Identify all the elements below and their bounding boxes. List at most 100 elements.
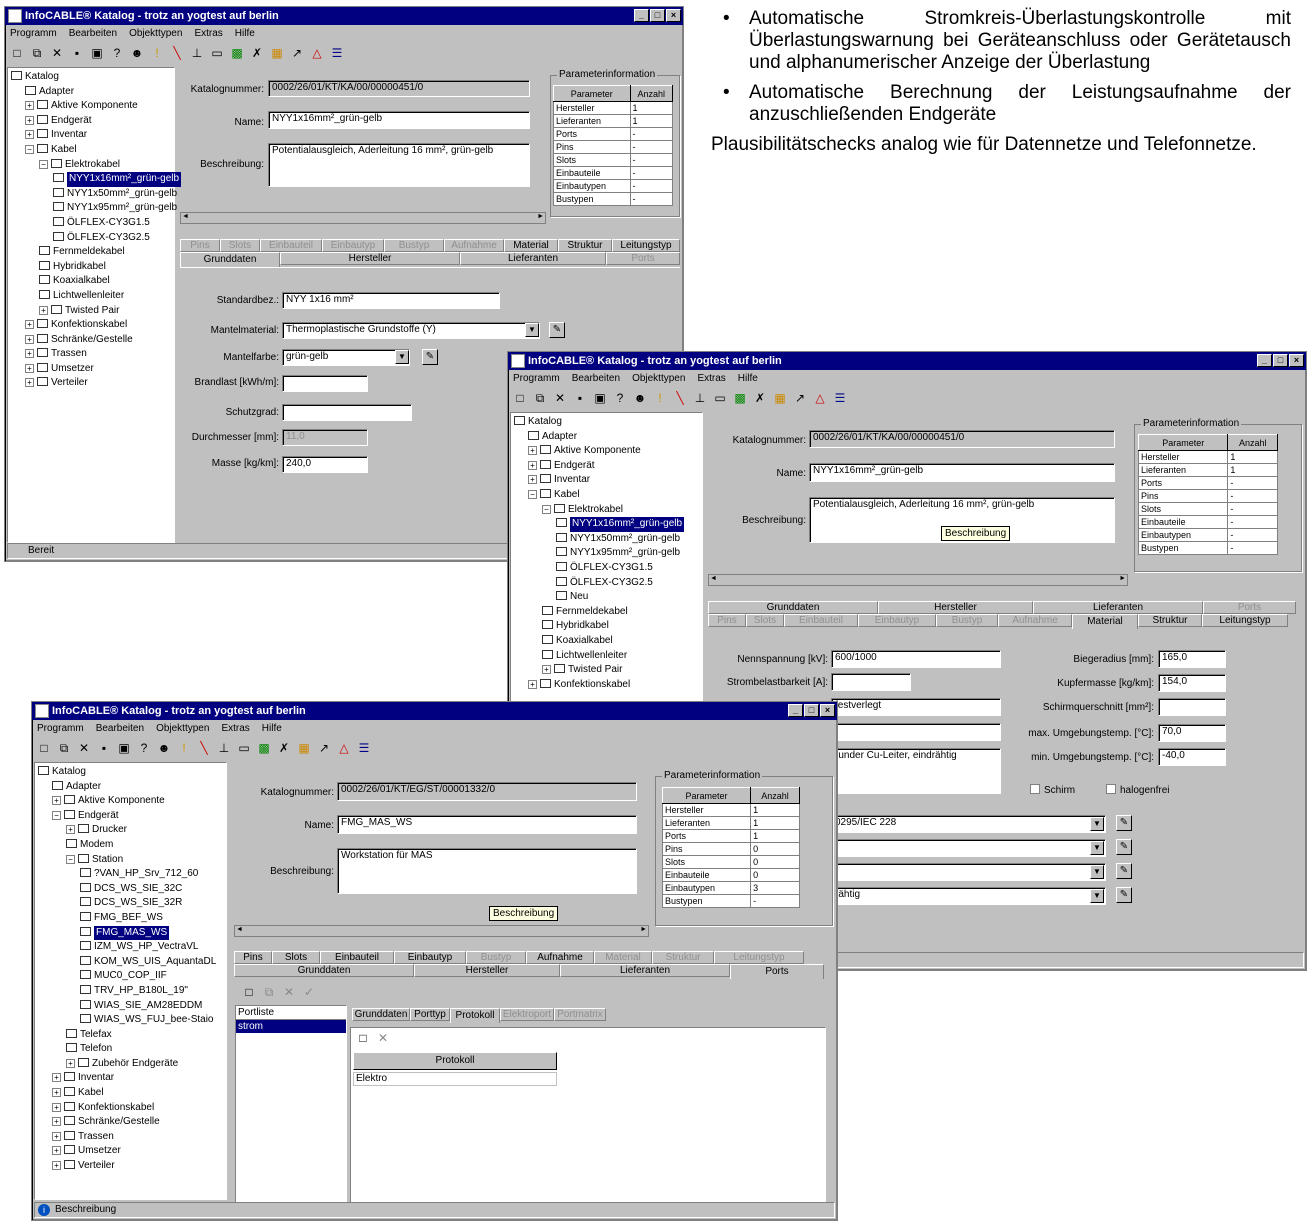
user-icon[interactable]: ☻	[157, 741, 171, 755]
tree-node[interactable]: + Endgerät	[514, 459, 699, 474]
tab-ports[interactable]: Ports	[730, 964, 824, 979]
tree-node[interactable]: Hybridkabel	[514, 619, 699, 634]
tab-hersteller[interactable]: Hersteller	[280, 252, 460, 265]
tree-node[interactable]: + Kabel	[38, 1086, 223, 1101]
delete-port-icon[interactable]: ✕	[282, 985, 296, 999]
zusatz-field[interactable]	[831, 723, 1001, 741]
horizontal-scrollbar[interactable]	[180, 212, 546, 224]
copy-port-icon[interactable]: ⧉	[262, 985, 276, 1000]
help-icon[interactable]: ?	[110, 46, 124, 60]
param-header-parameter[interactable]: Parameter	[661, 787, 752, 804]
tree-node[interactable]: + Umsetzer	[38, 1144, 223, 1159]
tree-node[interactable]: + Inventar	[11, 128, 171, 143]
expand-icon[interactable]: +	[52, 796, 61, 806]
list-icon[interactable]: ☰	[833, 391, 847, 405]
strombelastbarkeit-field[interactable]	[831, 673, 911, 691]
menu-programm[interactable]: Programm	[37, 720, 84, 738]
tree-node[interactable]: + Schränke/Gestelle	[38, 1115, 223, 1130]
tree-node[interactable]: DCS_WS_SIE_32R	[38, 896, 223, 911]
tab-grunddaten[interactable]: Grunddaten	[708, 601, 878, 614]
help-icon[interactable]: ?	[137, 741, 151, 755]
tree-node[interactable]: Adapter	[38, 780, 223, 795]
new-icon[interactable]: □	[37, 741, 51, 755]
mantelfarbe-dropdown-arrow[interactable]: ▼	[395, 350, 409, 364]
expand-icon[interactable]: +	[542, 665, 551, 675]
expand-icon[interactable]: +	[25, 378, 34, 388]
tab-einbautyp[interactable]: Einbautyp	[858, 614, 936, 627]
tab-einbautyp[interactable]: Einbautyp	[394, 951, 466, 964]
new-icon[interactable]: □	[10, 46, 24, 60]
maximize-button[interactable]: □	[1273, 354, 1288, 367]
check-icon[interactable]: ✓	[302, 985, 316, 999]
tab-aufnahme[interactable]: Aufnahme	[998, 614, 1072, 627]
list-icon[interactable]: ☰	[330, 46, 344, 60]
tree-node[interactable]: + Drucker	[38, 823, 223, 838]
max-temp-field[interactable]: 70,0	[1158, 724, 1226, 742]
warning-icon[interactable]: △	[813, 391, 827, 405]
expand-icon[interactable]: +	[39, 305, 48, 315]
tab-slots[interactable]: Slots	[272, 951, 320, 964]
tree-node[interactable]: Hybridkabel	[11, 260, 171, 275]
kupfermasse-field[interactable]: 154,0	[1158, 674, 1226, 692]
tab-einbautyp[interactable]: Einbautyp	[322, 239, 384, 252]
edit-icon[interactable]: ✎	[1116, 887, 1132, 903]
edit-icon[interactable]: ✎	[1116, 815, 1132, 831]
expand-icon[interactable]: +	[25, 349, 34, 359]
route-icon[interactable]: ↗	[793, 391, 807, 405]
collapse-icon[interactable]: −	[25, 144, 34, 154]
collapse-icon[interactable]: −	[542, 504, 551, 514]
expand-icon[interactable]: +	[66, 825, 75, 835]
tree-node[interactable]: NYY1x16mm²_grün-gelb	[514, 517, 699, 532]
warning-icon[interactable]: △	[310, 46, 324, 60]
list-icon[interactable]: ☰	[357, 741, 371, 755]
tree-node[interactable]: + Trassen	[38, 1130, 223, 1145]
expand-icon[interactable]: +	[25, 320, 34, 330]
tab-struktur[interactable]: Struktur	[1138, 614, 1202, 627]
dropdown-arrow[interactable]: ▼	[1090, 865, 1104, 879]
save-icon[interactable]: ▪	[573, 391, 587, 405]
tree-node[interactable]: ÖLFLEX-CY3G1.5	[514, 561, 699, 576]
schirmquerschnitt-field[interactable]	[1158, 698, 1226, 716]
expand-icon[interactable]: +	[25, 115, 34, 125]
param-header-anzahl[interactable]: Anzahl	[750, 787, 800, 804]
tree-node[interactable]: Katalog	[38, 765, 223, 780]
tab-leitungstyp[interactable]: Leitungstyp	[714, 951, 804, 964]
biegeradius-field[interactable]: 165,0	[1158, 650, 1226, 668]
beschreibung-field[interactable]: Workstation für MAS	[337, 848, 637, 894]
expand-icon[interactable]: +	[52, 1117, 61, 1127]
leiter-field[interactable]: runder Cu-Leiter, eindrähtig	[831, 748, 1001, 794]
tab-grunddaten[interactable]: Grunddaten	[180, 252, 280, 267]
tree-node[interactable]: ?VAN_HP_Srv_712_60	[38, 867, 223, 882]
preview-icon[interactable]: ▣	[90, 46, 104, 60]
info-icon[interactable]: !	[177, 741, 191, 755]
close-button[interactable]: ×	[1289, 354, 1304, 367]
tab-ports[interactable]: Ports	[606, 252, 680, 265]
dropdown-arrow[interactable]: ▼	[1090, 841, 1104, 855]
tab-material[interactable]: Material	[594, 951, 652, 964]
tree-node[interactable]: KOM_WS_UIS_AquantaDL	[38, 955, 223, 970]
name-field[interactable]: FMG_MAS_WS	[337, 815, 637, 834]
tab-ports[interactable]: Ports	[1203, 601, 1296, 614]
user-icon[interactable]: ☻	[633, 391, 647, 405]
menu-objekttypen[interactable]: Objekttypen	[632, 370, 685, 388]
menu-programm[interactable]: Programm	[513, 370, 560, 388]
expand-icon[interactable]: +	[52, 1102, 61, 1112]
mantelmaterial-dropdown-arrow[interactable]: ▼	[525, 323, 539, 337]
select-2[interactable]	[831, 839, 1106, 857]
expand-icon[interactable]: +	[25, 101, 34, 111]
param-header-parameter[interactable]: Parameter	[1137, 434, 1229, 451]
tab-pins[interactable]: Pins	[708, 614, 746, 627]
route-icon[interactable]: ↗	[290, 46, 304, 60]
tab-bustyp[interactable]: Bustyp	[466, 951, 526, 964]
tab-lieferanten[interactable]: Lieferanten	[460, 252, 606, 265]
tab-leitungstyp[interactable]: Leitungstyp	[1202, 614, 1288, 627]
expand-icon[interactable]: +	[528, 446, 537, 456]
tree-node[interactable]: Modem	[38, 838, 223, 853]
menu-objekttypen[interactable]: Objekttypen	[156, 720, 209, 738]
collapse-icon[interactable]: −	[528, 489, 537, 499]
tree-node[interactable]: NYY1x95mm²_grün-gelb	[11, 201, 177, 216]
standardbez-field[interactable]: NYY 1x16 mm²	[282, 292, 500, 309]
collapse-icon[interactable]: −	[39, 159, 48, 169]
connector-icon[interactable]: ⊥	[693, 391, 707, 405]
param-header-anzahl[interactable]: Anzahl	[629, 85, 674, 102]
